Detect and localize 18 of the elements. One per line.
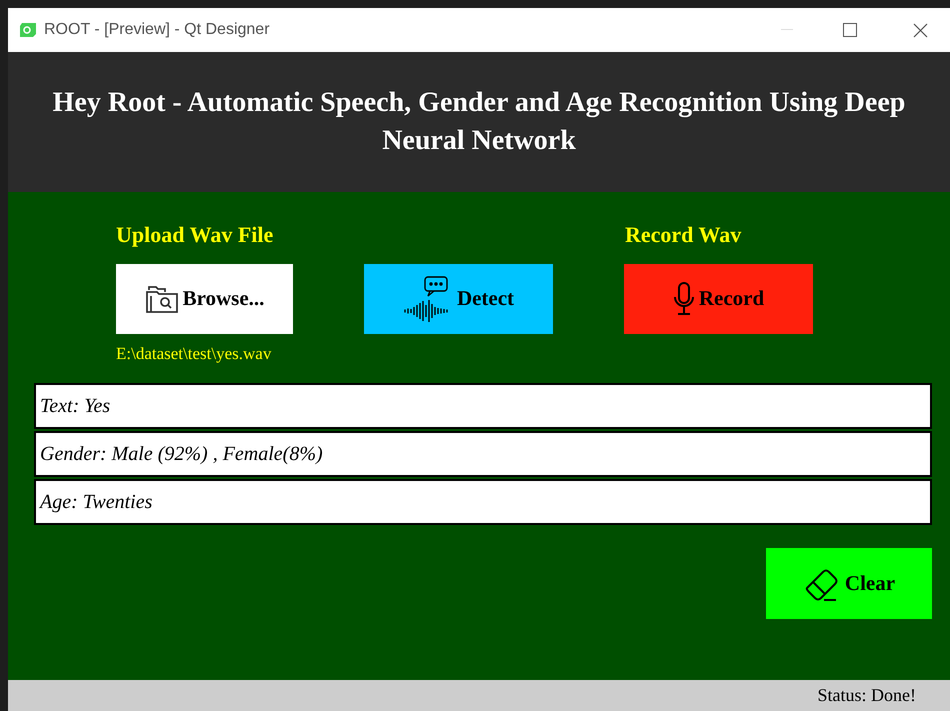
window-title: ROOT - [Preview] - Qt Designer: [44, 20, 270, 40]
file-path-text: E:\dataset\test\yes.wav: [116, 343, 272, 365]
clear-button[interactable]: Clear: [766, 548, 932, 619]
status-text: Status: Done!: [818, 684, 916, 707]
folder-search-icon: [144, 284, 179, 314]
app-logo-icon: [20, 23, 36, 37]
record-button[interactable]: Record: [624, 264, 813, 334]
maximize-icon[interactable]: [843, 23, 857, 37]
result-field: Text: Yes: [34, 383, 932, 429]
header-banner: Hey Root - Automatic Speech, Gender and Age Recognition Using Deep Neural Network: [8, 52, 950, 192]
close-icon[interactable]: [913, 22, 928, 38]
record-label: Record Wav: [625, 221, 742, 249]
result-field: Age: Twenties: [34, 479, 932, 525]
microphone-icon: [672, 282, 695, 316]
upload-label: Upload Wav File: [116, 221, 274, 249]
detect-button[interactable]: Detect: [364, 264, 553, 334]
browse-button[interactable]: Browse...: [116, 264, 293, 334]
result-field: Gender: Male (92%) , Female(8%): [34, 431, 932, 477]
